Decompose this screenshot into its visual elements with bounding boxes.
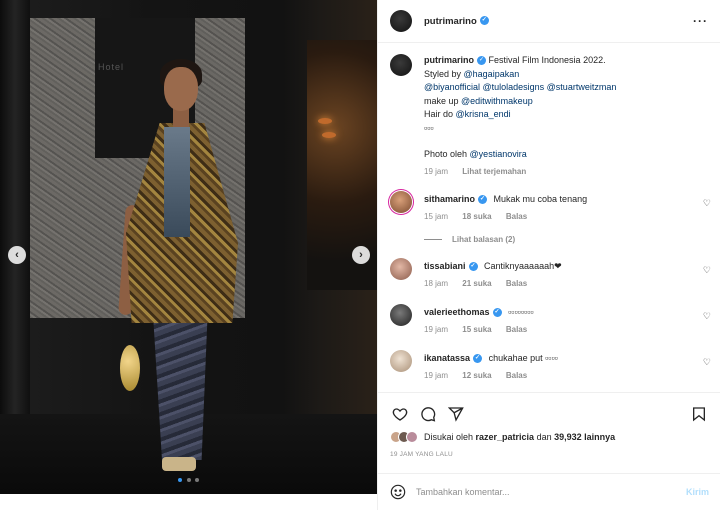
add-comment-bar: Kirim [378,473,720,510]
post-photo[interactable]: Hotel ‹ › [0,0,377,494]
carousel-next-button[interactable]: › [352,246,370,264]
comment-text: ▫▫▫▫▫▫▫▫ [508,307,534,317]
carousel-indicator [0,474,377,484]
caption-line: Festival Film Indonesia 2022. [488,55,606,65]
comment-time[interactable]: 18 jam [424,279,448,288]
carousel-dot [186,478,191,482]
comment-item: valerieethomas ✓ ▫▫▫▫▫▫▫▫ 19 jam 15 suka … [378,304,720,336]
caption-line: Styled by [424,68,464,79]
caption-tag-link[interactable]: @yestianovira [470,149,527,159]
caption-username[interactable]: putrimarino [424,55,474,65]
subject-inner-top [164,127,190,237]
comment-like-heart-icon[interactable]: ♡ [703,265,711,276]
commenter-username[interactable]: tissabiani ✓ [424,261,478,272]
photo-lamp [322,132,336,138]
author-username[interactable]: putrimarino ✓ [424,16,489,27]
reply-button[interactable]: Balas [506,371,527,380]
liker-avatar [406,431,418,443]
comment-time[interactable]: 15 jam [424,212,448,221]
caption-line: make up [424,95,462,106]
caption-line: Photo oleh [424,149,470,159]
reply-button[interactable]: Balas [506,279,527,288]
comment-likes-count[interactable]: 12 suka [462,371,491,380]
commenter-username[interactable]: sithamarino ✓ [424,194,488,205]
likes-text: Disukai oleh razer_patricia dan 39,932 l… [424,432,616,442]
action-bar [390,403,709,425]
bookmark-icon[interactable] [689,404,709,424]
verified-badge-icon: ✓ [479,16,489,26]
caption-tag-link[interactable]: @krisna_endi [456,109,511,119]
view-replies-button[interactable]: Lihat balasan (2) [424,235,720,244]
replies-divider [424,239,442,240]
caption-emoji-line: ▫▫▫ [424,122,434,133]
likes-count[interactable]: 39,932 lainnya [554,432,615,442]
reply-button[interactable]: Balas [506,212,527,221]
comment-item: tissabiani ✓ Cantiknyaaaaaah❤ 18 jam 21 s… [378,258,720,290]
verified-badge-icon: ✓ [473,354,483,364]
comment-like-heart-icon[interactable]: ♡ [703,198,711,209]
caption-tag-link[interactable]: @hagaipakan [464,69,520,79]
commenter-avatar[interactable] [390,258,412,280]
add-comment-input[interactable] [416,487,656,497]
commenter-username[interactable]: ikanatassa ✓ [424,353,483,364]
caption-tag-link[interactable]: @editwithmakeup [461,96,533,106]
commenter-avatar[interactable] [390,350,412,372]
heart-icon[interactable] [390,404,410,424]
more-options-icon[interactable]: ··· [693,14,708,28]
verified-badge-icon: ✓ [477,56,487,66]
post-actions: Disukai oleh razer_patricia dan 39,932 l… [378,392,720,458]
author-avatar[interactable] [390,10,412,32]
subject-shoes [162,457,196,471]
emoji-icon[interactable] [390,484,406,500]
caption-line: Hair do [424,109,456,119]
post-time-ago: 19 JAM YANG LALU [390,451,453,458]
view-replies-label: Lihat balasan (2) [452,235,516,244]
comment-like-heart-icon[interactable]: ♡ [703,357,711,368]
subject-head [164,67,198,111]
caption-time[interactable]: 19 jam [424,167,448,176]
comment-text: Mukak mu coba tenang [493,194,588,204]
comment-item: ikanatassa ✓ chukahae put ▫▫▫▫ 19 jam 12 … [378,350,720,382]
comment-text: Cantiknyaaaaaah❤ [484,261,562,271]
reply-button[interactable]: Balas [506,325,527,334]
share-icon[interactable] [446,404,466,424]
post-comment-button[interactable]: Kirim [686,487,709,497]
comment-item: sithamarino ✓ Mukak mu coba tenang 15 jam… [378,191,720,223]
subject-clutch [120,345,140,391]
comment-time[interactable]: 19 jam [424,371,448,380]
carousel-dot [177,478,182,482]
verified-badge-icon: ✓ [492,308,502,318]
caption-tag-link[interactable]: @biyanofficial @tuloladesigns @stuartwei… [424,82,616,92]
liker-username[interactable]: razer_patricia [476,432,535,442]
caption-author-avatar[interactable] [390,54,412,76]
comment-like-heart-icon[interactable]: ♡ [703,311,711,322]
likes-summary[interactable]: Disukai oleh razer_patricia dan 39,932 l… [390,431,709,443]
commenter-avatar[interactable] [390,191,412,213]
commenter-avatar[interactable] [390,304,412,326]
verified-badge-icon: ✓ [468,262,478,272]
comment-likes-count[interactable]: 15 suka [462,325,491,334]
photo-lamp [318,118,332,124]
carousel-prev-button[interactable]: ‹ [8,246,26,264]
verified-badge-icon: ✓ [478,195,488,205]
comment-likes-count[interactable]: 18 suka [462,212,491,221]
comment-likes-count[interactable]: 21 suka [462,279,491,288]
post-side-panel: putrimarino ✓ ··· putrimarino ✓ Festival F… [377,0,720,510]
comment-time[interactable]: 19 jam [424,325,448,334]
comment-icon[interactable] [418,404,438,424]
post-header: putrimarino ✓ ··· [378,0,720,43]
post-caption: putrimarino ✓ Festival Film Indonesia 202… [378,43,720,178]
carousel-dot [195,478,200,482]
commenter-username[interactable]: valerieethomas ✓ [424,307,502,318]
comment-text: chukahae put ▫▫▫▫ [488,353,558,363]
photo-subject [118,55,238,485]
comments-list[interactable]: putrimarino ✓ Festival Film Indonesia 202… [378,43,720,392]
translate-link[interactable]: Lihat terjemahan [462,167,526,176]
